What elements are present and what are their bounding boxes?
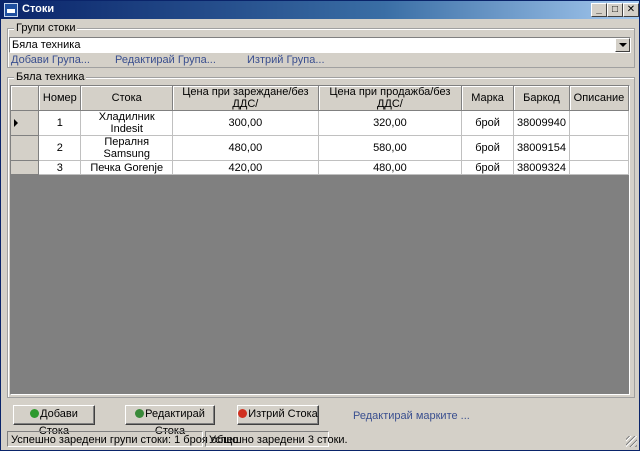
minimize-button[interactable]: _ (591, 3, 607, 17)
title-bar[interactable]: Стоки _ □ ✕ (1, 1, 639, 19)
column-header-description[interactable]: Описание (569, 86, 630, 111)
resize-grip-icon[interactable] (626, 436, 637, 447)
cell-number[interactable]: 2 (38, 135, 82, 161)
group-select-value: Бяла техника (12, 39, 81, 51)
delete-icon (238, 409, 248, 418)
cell-barcode[interactable]: 38009154 (513, 135, 570, 161)
table-row[interactable]: 2 Пералня Samsung 480,00 580,00 брой 380… (11, 135, 630, 161)
cell-number[interactable]: 1 (38, 110, 82, 136)
status-stock-loaded: Успешно заредени 3 стоки. (205, 431, 348, 447)
chevron-down-icon[interactable] (615, 38, 630, 52)
cell-item[interactable]: Пералня Samsung (80, 135, 174, 161)
edit-group-link[interactable]: Редактирай Група... (115, 54, 216, 66)
row-header-corner (11, 86, 40, 111)
cell-description[interactable] (569, 135, 630, 161)
cell-purchase-price[interactable]: 420,00 (172, 160, 319, 175)
cell-barcode[interactable]: 38009940 (513, 110, 570, 136)
column-header-brand[interactable]: Марка (461, 86, 515, 111)
add-stock-button[interactable]: Добави Стока (13, 405, 95, 437)
stock-table: Номер Стока Цена при зареждане/без ДДС/ … (11, 86, 630, 175)
cell-brand[interactable]: брой (461, 135, 515, 161)
cell-brand[interactable]: брой (461, 160, 515, 175)
window-title: Стоки (22, 3, 55, 15)
group-select[interactable]: Бяла техника (9, 37, 631, 53)
column-header-sale-price[interactable]: Цена при продажба/без ДДС/ (318, 86, 463, 111)
stock-grid[interactable]: Номер Стока Цена при зареждане/без ДДС/ … (10, 85, 630, 395)
app-icon (4, 3, 18, 17)
column-header-number[interactable]: Номер (38, 86, 82, 111)
add-icon (30, 409, 40, 418)
table-row[interactable]: 1 Хладилник Indesit 300,00 320,00 брой 3… (11, 110, 630, 136)
row-selector[interactable] (11, 160, 40, 175)
cell-purchase-price[interactable]: 300,00 (172, 110, 319, 136)
header-row: Номер Стока Цена при зареждане/без ДДС/ … (11, 86, 630, 111)
delete-group-link[interactable]: Изтрий Група... (247, 54, 325, 66)
add-group-link[interactable]: Добави Група... (11, 54, 90, 66)
close-button[interactable]: ✕ (623, 3, 639, 17)
cell-item[interactable]: Печка Gorenje (80, 160, 174, 175)
groups-legend: Групи стоки (14, 22, 78, 34)
status-groups-loaded: Успешно заредени групи стоки: 1 броя общ… (7, 431, 238, 447)
app-window: Стоки _ □ ✕ Групи стоки Бяла техника Доб… (0, 0, 640, 451)
column-header-item[interactable]: Стока (80, 86, 174, 111)
cell-number[interactable]: 3 (38, 160, 82, 175)
row-selector[interactable] (11, 110, 40, 136)
cell-description[interactable] (569, 110, 630, 136)
delete-stock-button[interactable]: Изтрий Стока (237, 405, 319, 425)
edit-stock-button[interactable]: Редактирай Стока (125, 405, 215, 437)
column-header-barcode[interactable]: Баркод (513, 86, 570, 111)
cell-sale-price[interactable]: 580,00 (318, 135, 463, 161)
stock-legend: Бяла техника (14, 71, 87, 83)
cell-brand[interactable]: брой (461, 110, 515, 136)
cell-barcode[interactable]: 38009324 (513, 160, 570, 175)
cell-item[interactable]: Хладилник Indesit (80, 110, 174, 136)
edit-brands-link[interactable]: Редактирай марките ... (353, 410, 470, 422)
row-selector[interactable] (11, 135, 40, 161)
table-row[interactable]: 3 Печка Gorenje 420,00 480,00 брой 38009… (11, 160, 630, 175)
status-bar: Успешно заредени групи стоки: 1 броя общ… (3, 431, 639, 449)
cell-description[interactable] (569, 160, 630, 175)
delete-stock-label: Изтрий Стока (248, 408, 318, 420)
edit-icon (135, 409, 145, 418)
current-row-icon (14, 118, 18, 127)
cell-purchase-price[interactable]: 480,00 (172, 135, 319, 161)
column-header-purchase-price[interactable]: Цена при зареждане/без ДДС/ (172, 86, 319, 111)
cell-sale-price[interactable]: 320,00 (318, 110, 463, 136)
cell-sale-price[interactable]: 480,00 (318, 160, 463, 175)
maximize-button[interactable]: □ (607, 3, 623, 17)
